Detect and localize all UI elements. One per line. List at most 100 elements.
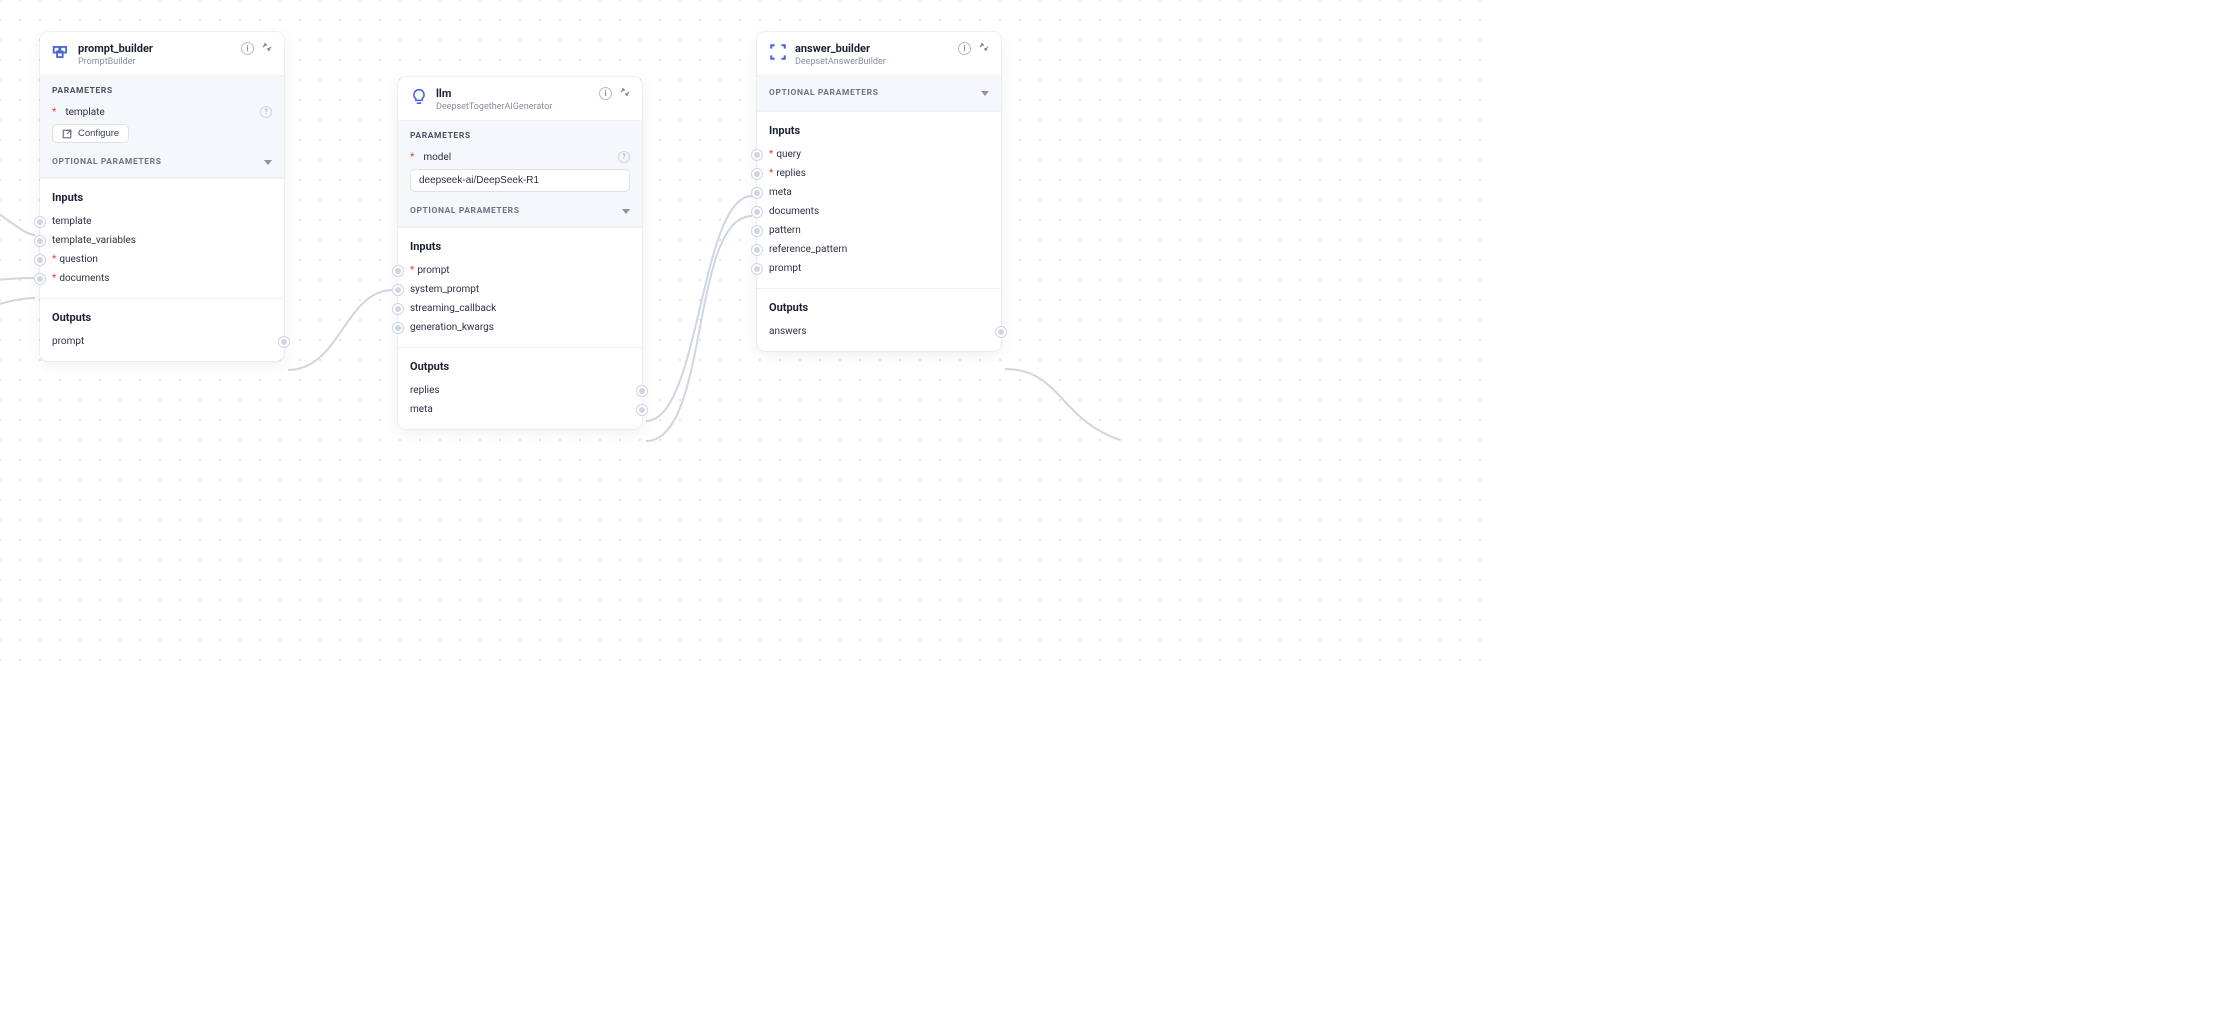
required-star: * [52,107,56,118]
param-template: * template ? [52,106,272,118]
port-out[interactable] [637,405,647,415]
port-in[interactable] [393,285,403,295]
port-in[interactable] [35,255,45,265]
outputs-section: Outputs replies meta [398,347,642,429]
model-input[interactable] [410,169,630,192]
node-answer-builder[interactable]: answer_builder DeepsetAnswerBuilder i OP… [757,32,1001,351]
node-title: answer_builder [795,42,886,55]
node-subtitle: DeepsetTogetherAIGenerator [436,102,552,112]
input-replies[interactable]: *replies [769,164,989,183]
input-template[interactable]: template [52,212,272,231]
node-header[interactable]: answer_builder DeepsetAnswerBuilder i [757,32,1001,75]
help-icon[interactable]: ? [618,151,630,163]
outputs-heading: Outputs [769,301,989,314]
collapse-icon[interactable] [620,87,630,100]
optional-parameters-row[interactable]: OPTIONAL PARAMETERS [757,75,1001,111]
template-icon [52,43,70,61]
required-star: * [410,265,414,276]
port-in[interactable] [752,226,762,236]
output-answers[interactable]: answers [769,322,989,341]
inputs-heading: Inputs [52,191,272,204]
node-header[interactable]: prompt_builder PromptBuilder i [40,32,284,75]
parameters-section: PARAMETERS * template ? Configure OPTION… [40,75,284,178]
node-subtitle: DeepsetAnswerBuilder [795,57,886,67]
param-model: * model ? [410,151,630,163]
required-star: * [769,168,773,179]
outputs-section: Outputs answers [757,288,1001,351]
input-documents[interactable]: *documents [52,269,272,288]
parameters-section: PARAMETERS * model ? OPTIONAL PARAMETERS [398,120,642,227]
inputs-section: Inputs template template_variables *ques… [40,178,284,298]
input-prompt[interactable]: *prompt [410,261,630,280]
output-meta[interactable]: meta [410,400,630,419]
input-meta[interactable]: meta [769,183,989,202]
port-in[interactable] [393,304,403,314]
param-label: model [423,152,451,163]
port-out[interactable] [637,386,647,396]
node-title: prompt_builder [78,42,153,55]
port-out[interactable] [996,327,1006,337]
inputs-heading: Inputs [410,240,630,253]
help-icon[interactable]: ? [260,106,272,118]
inputs-section: Inputs *prompt system_prompt streaming_c… [398,227,642,347]
port-in[interactable] [393,323,403,333]
input-template-variables[interactable]: template_variables [52,231,272,250]
param-label: template [65,107,104,118]
input-system-prompt[interactable]: system_prompt [410,280,630,299]
outputs-section: Outputs prompt [40,298,284,361]
info-icon[interactable]: i [958,42,971,55]
port-in[interactable] [752,207,762,217]
parameters-heading: PARAMETERS [410,131,630,141]
input-streaming-callback[interactable]: streaming_callback [410,299,630,318]
info-icon[interactable]: i [599,87,612,100]
input-question[interactable]: *question [52,250,272,269]
optional-parameters-label: OPTIONAL PARAMETERS [410,206,520,216]
optional-parameters-label: OPTIONAL PARAMETERS [769,88,879,98]
input-prompt[interactable]: prompt [769,259,989,278]
input-reference-pattern[interactable]: reference_pattern [769,240,989,259]
node-llm[interactable]: llm DeepsetTogetherAIGenerator i PARAMET… [398,77,642,429]
chevron-down-icon [622,209,630,214]
input-documents[interactable]: documents [769,202,989,221]
chevron-down-icon [264,160,272,165]
inputs-section: Inputs *query *replies meta documents pa… [757,111,1001,288]
outputs-heading: Outputs [410,360,630,373]
optional-parameters-row[interactable]: OPTIONAL PARAMETERS [410,206,630,216]
optional-parameters-row[interactable]: OPTIONAL PARAMETERS [52,157,272,167]
required-star: * [410,152,414,163]
output-prompt[interactable]: prompt [52,332,272,351]
required-star: * [52,273,56,284]
port-in[interactable] [35,236,45,246]
optional-parameters-label: OPTIONAL PARAMETERS [52,157,162,167]
lightbulb-icon [410,88,428,106]
collapse-icon[interactable] [979,42,989,55]
input-pattern[interactable]: pattern [769,221,989,240]
focus-icon [769,43,787,61]
input-query[interactable]: *query [769,145,989,164]
port-in[interactable] [752,150,762,160]
info-icon[interactable]: i [241,42,254,55]
port-in[interactable] [752,169,762,179]
configure-button[interactable]: Configure [52,124,129,143]
port-in[interactable] [752,245,762,255]
parameters-heading: PARAMETERS [52,86,272,96]
collapse-icon[interactable] [262,42,272,55]
required-star: * [769,149,773,160]
node-subtitle: PromptBuilder [78,57,153,67]
port-in[interactable] [752,188,762,198]
input-generation-kwargs[interactable]: generation_kwargs [410,318,630,337]
output-replies[interactable]: replies [410,381,630,400]
port-in[interactable] [35,274,45,284]
inputs-heading: Inputs [769,124,989,137]
node-title: llm [436,87,552,100]
required-star: * [52,254,56,265]
port-in[interactable] [35,217,45,227]
port-in[interactable] [393,266,403,276]
chevron-down-icon [981,91,989,96]
port-out[interactable] [279,337,289,347]
outputs-heading: Outputs [52,311,272,324]
node-header[interactable]: llm DeepsetTogetherAIGenerator i [398,77,642,120]
configure-label: Configure [78,128,119,139]
port-in[interactable] [752,264,762,274]
node-prompt-builder[interactable]: prompt_builder PromptBuilder i PARAMETER… [40,32,284,361]
